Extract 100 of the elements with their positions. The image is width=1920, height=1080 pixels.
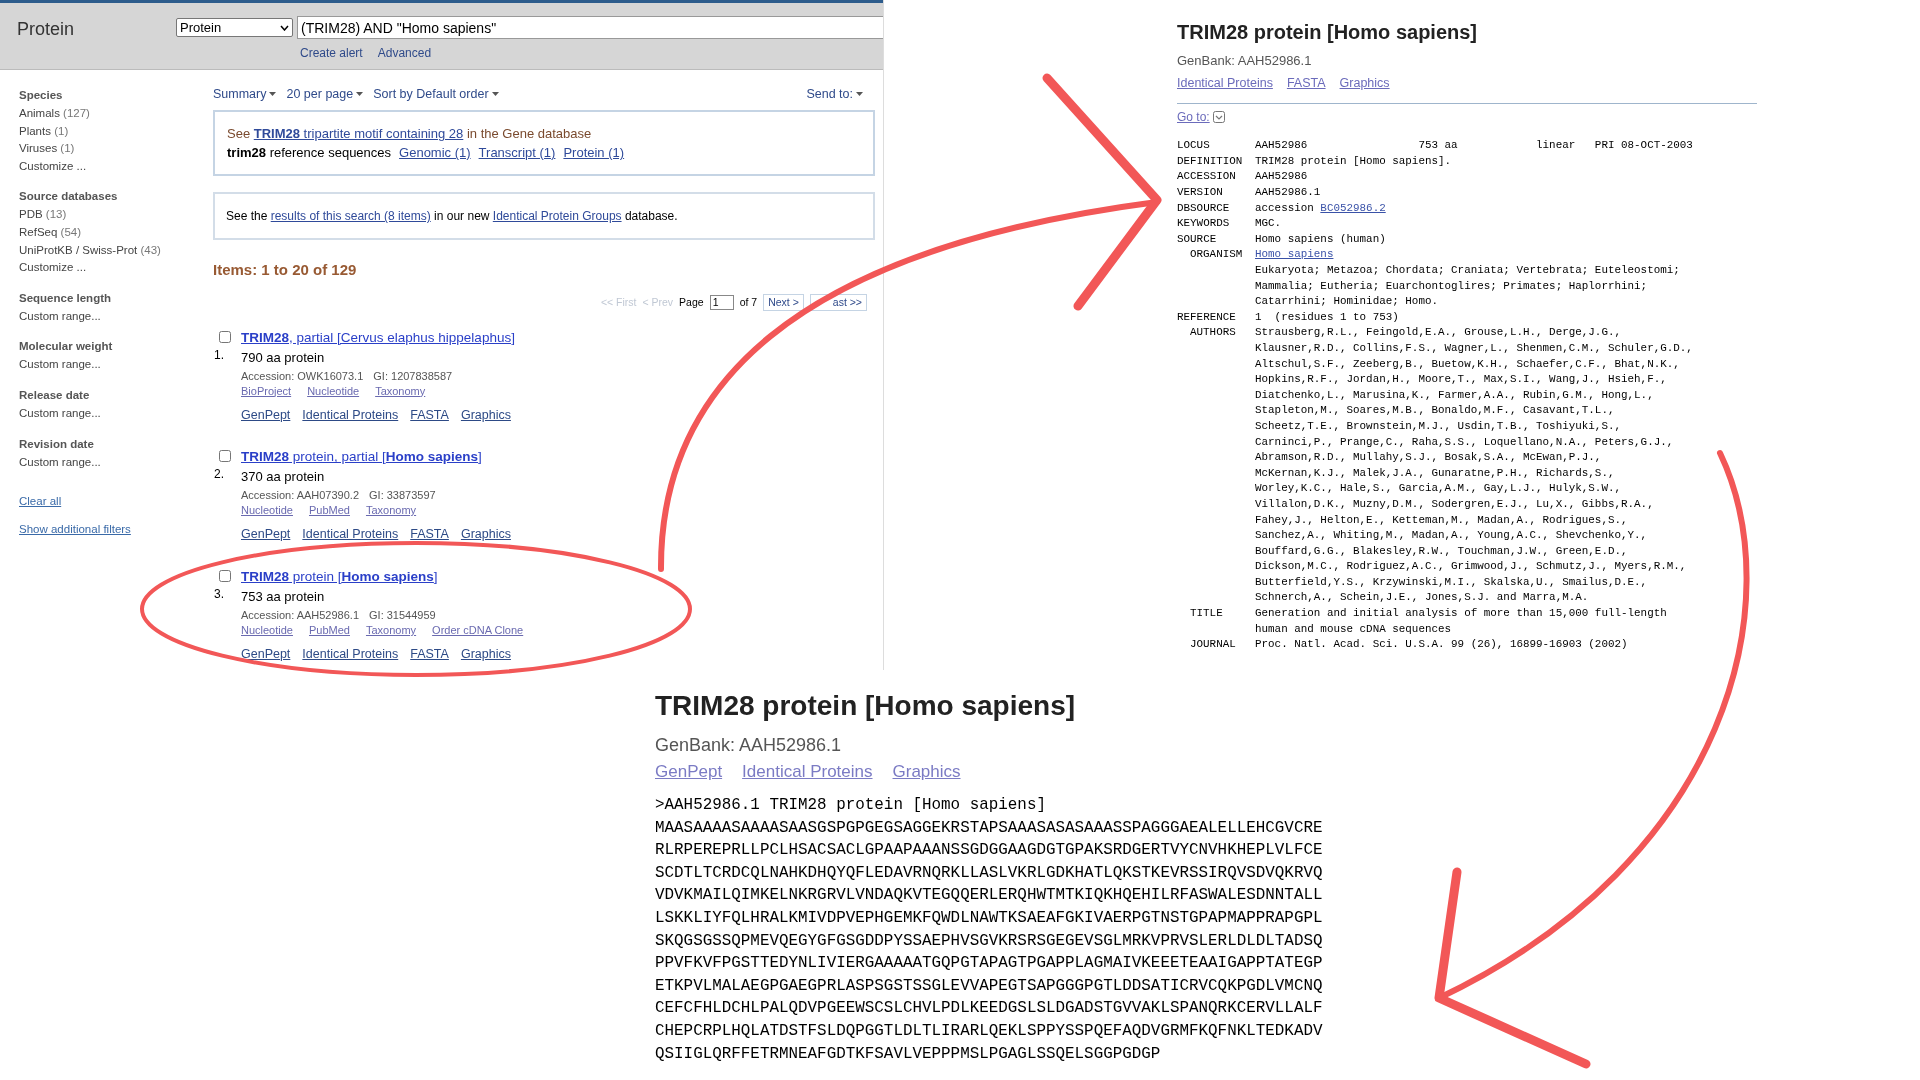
display-option[interactable]: Sort by Default order [373,84,499,104]
field-value: Fahey,J., Helton,E., Ketteman,M., Madan,A., Rodrigues,S., [1255,512,1629,528]
accession-text: Accession: OWK16073.1 [241,368,364,384]
result-title[interactable]: TRIM28, partial [Cervus elaphus hippelaphus] [241,328,515,347]
field-value: Butterfield,Y.S., Krzywinski,M.I., Skalska,U., Smailus,D.E., [1255,574,1649,590]
page-link[interactable]: FASTA [1286,73,1326,93]
page-link[interactable]: Identical Proteins [1177,73,1273,93]
page-field[interactable]: 1 [709,295,734,310]
link[interactable]: TRIM28 tripartite motif containing 28 [253,126,464,141]
page-link[interactable]: GenPept [655,761,723,783]
search-field[interactable]: (TRIM28) AND "Homo sapiens" [297,16,883,39]
result-link[interactable]: Graphics [460,525,511,544]
notice-text: trim28 reference sequences [227,144,392,162]
related-link[interactable]: PubMed [309,623,350,638]
database-select[interactable]: Protein [176,18,293,37]
related-link[interactable]: BioProject [241,383,292,399]
related-link[interactable]: Nucleotide [307,383,360,399]
field-value: McKernan,K.J., Malek,J.A., Gunaratne,P.H., Richards,S., [1255,465,1616,481]
result-checkbox[interactable] [219,330,231,343]
filter-item[interactable]: Animals (127) [19,105,90,123]
result-link[interactable]: Graphics [460,405,511,425]
display-option[interactable]: Summary [213,84,277,104]
pager-text: of 7 [739,294,758,310]
related-link[interactable]: Taxonomy [365,503,417,519]
result-title[interactable]: TRIM28 protein [Homo sapiens] [241,568,438,586]
result-link[interactable]: Identical Proteins [302,405,399,425]
field-value: Homo sapiens (human) [1255,231,1386,247]
result-link[interactable]: GenPept [241,525,291,544]
field-value: Eukaryota; Metazoa; Chordata; Craniata; Vertebrata; Euteleostomi; [1255,263,1680,278]
notice-text: See TRIM28 tripartite motif containing 28 in the Gene database [227,125,593,143]
page-link[interactable]: Identical Proteins [742,761,873,783]
result-checkbox[interactable] [219,570,231,582]
related-link[interactable]: Taxonomy [365,623,417,638]
sequence-line: PPVFKVFPGSTTEDYNLIVIERGAAAAATGQPGTAPAGTPGAPPLAGMAIVKEEETEAAIGAPPTATEGP [655,953,1324,975]
filter-item[interactable]: UniProtKB / Swiss-Prot (43) [19,241,161,260]
filter-link[interactable]: Show additional filters [19,520,131,539]
result-link[interactable]: Graphics [460,645,511,664]
filter-item[interactable]: Custom range... [19,404,101,423]
result-link[interactable]: FASTA [410,645,449,664]
result-link[interactable]: Identical Proteins [302,645,399,664]
filter-heading: Release date [19,387,91,403]
filter-item[interactable]: Custom range... [19,453,101,472]
field-value: human and mouse cDNA sequences [1255,621,1453,637]
related-link[interactable]: PubMed [309,503,350,519]
page-link[interactable]: Graphics [892,761,961,783]
filter-item[interactable]: Custom range... [19,307,101,326]
result-link[interactable]: FASTA [410,405,449,425]
result-link[interactable]: GenPept [241,405,291,425]
link[interactable]: Transcript (1) [478,143,556,162]
items-count: Items: 1 to 20 of 129 [213,260,358,280]
filter-item[interactable]: Custom range... [19,356,101,374]
goto-link[interactable]: Go to: [1177,108,1210,127]
page-link[interactable]: Graphics [1339,73,1390,93]
field-value: Altschul,S.F., Zeeberg,B., Buetow,K.H., Schaefer,C.F., Bhat,N.K., [1255,356,1681,372]
result-checkbox[interactable] [219,450,231,463]
field-value: Catarrhini; Hominidae; Homo. [1255,294,1439,310]
header-link[interactable]: Advanced [377,44,432,62]
result-length: 790 aa protein [241,348,326,367]
accession-text: Accession: AAH07390.2 [241,488,360,504]
related-link[interactable]: Nucleotide [241,623,293,638]
link[interactable]: results of this search (8 items) [270,209,431,223]
chevron-icon [280,24,289,31]
link[interactable]: Genomic (1) [399,143,471,162]
caret-icon [356,92,364,97]
field-link[interactable]: Homo sapiens [1255,247,1334,263]
filter-item[interactable]: Plants (1) [19,122,69,141]
result-length: 753 aa protein [241,588,326,606]
result-title[interactable]: TRIM28 protein, partial [Homo sapiens] [241,448,482,467]
field-value: 1 (residues 1 to 753) [1255,309,1399,325]
send-to-menu[interactable]: Send to: [806,84,863,104]
field-label: JOURNAL [1189,637,1237,653]
field-link[interactable]: BC052986.2 [1320,200,1386,217]
related-link[interactable]: Taxonomy [375,383,426,399]
header-link[interactable]: Create alert [300,44,363,62]
filter-link[interactable]: Clear all [19,493,62,511]
field-value: accession [1255,200,1315,216]
filter-item[interactable]: Customize ... [19,157,87,176]
filter-item[interactable]: PDB (13) [19,206,67,224]
gi-text: GI: 31544959 [369,608,436,623]
filter-heading: Source databases [19,189,119,205]
field-label: AUTHORS [1189,325,1237,341]
related-link[interactable]: Order cDNA Clone [432,623,524,638]
filter-item[interactable]: Customize ... [19,259,87,277]
field-value: Mammalia; Eutheria; Euarchontoglires; Primates; Haplorrhini; [1255,278,1649,294]
filter-heading: Molecular weight [19,339,114,355]
result-link[interactable]: FASTA [410,525,449,544]
pager-link[interactable]: Next > [763,293,804,312]
link[interactable]: Protein (1) [563,143,625,162]
result-link[interactable]: Identical Proteins [302,525,399,544]
pager-link[interactable]: ast >> [809,293,867,312]
related-link[interactable]: Nucleotide [241,503,293,519]
link[interactable]: Identical Protein Groups [492,209,622,223]
field-value: Schnerch,A., Schein,J.E., Jones,S.J. and Marra,M.A. [1255,590,1590,606]
field-value: Carninci,P., Prange,C., Raha,S.S., Loquellano,N.A., Peters,G.J., [1255,434,1675,450]
dropdown-icon[interactable] [1212,111,1225,124]
filter-item[interactable]: RefSeq (54) [19,223,81,242]
result-link[interactable]: GenPept [241,645,291,664]
field-label: VERSION [1177,185,1224,201]
display-option[interactable]: 20 per page [286,84,364,104]
filter-item[interactable]: Viruses (1) [19,140,75,158]
